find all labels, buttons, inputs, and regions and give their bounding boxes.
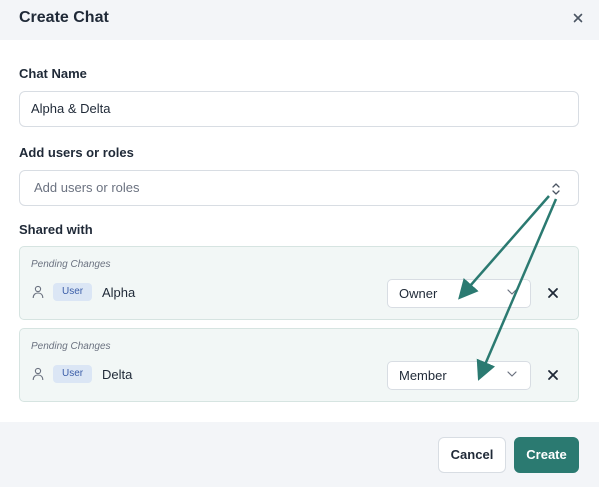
dialog-title: Create Chat bbox=[19, 9, 109, 26]
user-icon bbox=[32, 285, 44, 299]
chevron-down-icon bbox=[507, 289, 517, 295]
create-chat-dialog: Create Chat Chat Name Alpha & Delta Add … bbox=[0, 0, 599, 487]
add-users-label: Add users or roles bbox=[19, 145, 134, 160]
close-icon bbox=[573, 13, 583, 23]
user-type-badge: User bbox=[53, 283, 93, 301]
add-users-input[interactable]: Add users or roles bbox=[19, 170, 579, 206]
chevron-down-icon bbox=[507, 371, 517, 377]
shared-entry: Pending Changes User Alpha Owner bbox=[19, 246, 579, 320]
chevron-up-down-icon[interactable] bbox=[550, 182, 562, 196]
chat-name-input[interactable]: Alpha & Delta bbox=[19, 91, 579, 127]
annotation-arrows bbox=[458, 195, 558, 381]
pending-changes-label: Pending Changes bbox=[31, 341, 111, 352]
remove-icon[interactable] bbox=[546, 286, 560, 300]
create-button[interactable]: Create bbox=[514, 437, 579, 473]
user-type-badge: User bbox=[53, 365, 93, 383]
user-icon bbox=[32, 367, 44, 381]
shared-user-name: Delta bbox=[102, 367, 133, 382]
remove-icon[interactable] bbox=[546, 368, 560, 382]
shared-with-label: Shared with bbox=[19, 222, 93, 237]
shared-user-name: Alpha bbox=[102, 285, 136, 300]
shared-entry: Pending Changes User Delta Member bbox=[19, 328, 579, 402]
close-button[interactable] bbox=[568, 8, 588, 28]
pending-changes-label: Pending Changes bbox=[31, 259, 111, 270]
chat-name-label: Chat Name bbox=[19, 66, 87, 81]
dialog-footer: Cancel Create bbox=[0, 422, 599, 487]
cancel-button[interactable]: Cancel bbox=[438, 437, 506, 473]
dialog-header: Create Chat bbox=[0, 0, 599, 40]
